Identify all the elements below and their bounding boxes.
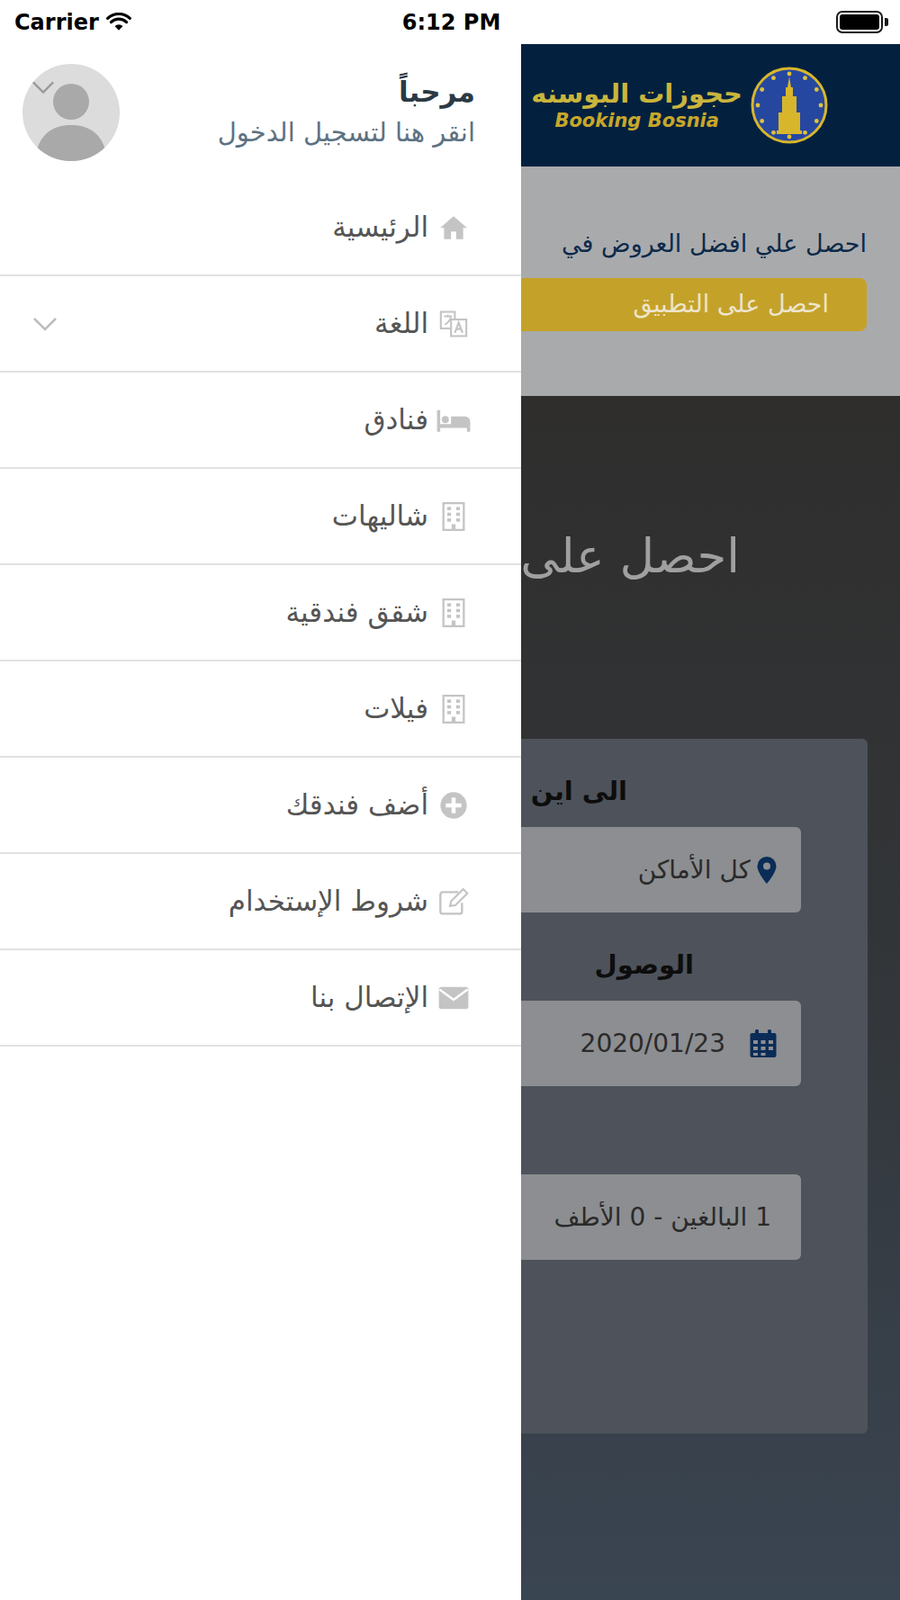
drawer-item-content: شاليهات	[332, 495, 472, 538]
login-link[interactable]: انقر هنا لتسجيل الدخول	[217, 112, 476, 153]
drawer-item-label: شقق فندقية	[285, 591, 429, 634]
get-app-button[interactable]: احصل على التطبيق	[521, 278, 867, 332]
drawer-item[interactable]: الإتصال بنا	[0, 950, 522, 1047]
drawer-item-content: شقق فندقية	[285, 591, 472, 634]
logo-text: حجوزات البوسنهBooking Bosnia	[531, 79, 743, 131]
search-field: 1 البالغين - 0 الأطف	[521, 1120, 801, 1260]
bed-icon	[435, 405, 472, 436]
drawer-item-label: الإتصال بنا	[310, 976, 429, 1019]
drawer-item[interactable]: أضف فندقك	[0, 757, 522, 855]
building-icon	[435, 693, 472, 725]
battery-nub	[884, 18, 889, 27]
plus-circle-icon	[435, 791, 472, 820]
drawer-item-content: فنادق	[364, 398, 472, 441]
promo-banner: احصل علي افضل العروض في احصل على التطبيق	[521, 166, 900, 396]
building-icon	[435, 501, 472, 532]
envelope-icon	[435, 984, 472, 1012]
drawer-item-content: أضف فندقك	[286, 783, 472, 827]
main-area: مرحباًانقر هنا لتسجيل الدخول الرئيسية اللغ…	[0, 44, 900, 1600]
drawer-item[interactable]: فنادق	[0, 372, 522, 469]
home-icon	[435, 212, 472, 243]
avatar[interactable]	[22, 63, 120, 162]
field-value: كل الأماكن	[638, 851, 751, 890]
logo-latin: Booking Bosnia	[531, 109, 743, 132]
drawer-item-content: شروط الإستخدام	[228, 880, 472, 923]
search-field: الوصول 2020/01/23	[521, 946, 801, 1087]
drawer-item[interactable]: الرئيسية	[0, 180, 522, 277]
language-icon	[435, 308, 472, 340]
banner-text: احصل علي افضل العروض في	[521, 227, 867, 261]
hero-title: احصل على	[521, 526, 900, 585]
logo-globe-icon	[749, 65, 829, 145]
field-label: الوصول	[521, 946, 801, 983]
field-value: 2020/01/23	[580, 1025, 726, 1063]
drawer-item-content: الرئيسية	[332, 206, 472, 249]
search-card: الى اين كل الأماكن الوصول 2020/01/23 1 البال…	[521, 738, 868, 1434]
app-background: حجوزات البوسنهBooking Bosnia احصل علي افض…	[521, 44, 900, 1600]
greeting-block: مرحباًانقر هنا لتسجيل الدخول	[217, 72, 476, 153]
chevron-down-icon	[31, 80, 55, 95]
search-field: الى اين كل الأماكن	[521, 773, 801, 913]
place-input[interactable]: كل الأماكن	[521, 827, 801, 913]
edit-icon	[435, 887, 472, 917]
field-label: الى اين	[521, 773, 801, 810]
drawer-item[interactable]: شروط الإستخدام	[0, 854, 522, 951]
map-pin-icon	[756, 855, 778, 885]
carrier-group: Carrier	[14, 6, 306, 39]
drawer-item-label: الرئيسية	[332, 206, 429, 249]
drawer-item-content: فيلات	[363, 687, 472, 730]
drawer-item[interactable]: اللغة	[0, 276, 522, 373]
carrier-label: Carrier	[14, 6, 99, 39]
drawer-item-content: اللغة	[374, 302, 472, 345]
calendar-icon	[748, 1028, 778, 1060]
drawer-header[interactable]: مرحباًانقر هنا لتسجيل الدخول	[0, 44, 522, 180]
greeting: مرحباً	[217, 72, 476, 113]
drawer-item[interactable]: فيلات	[0, 661, 522, 758]
app-header: حجوزات البوسنهBooking Bosnia	[521, 44, 900, 167]
drawer-item[interactable]: شاليهات	[0, 468, 522, 566]
hero-section: احصل على الى اين كل الأماكن الوصول 2020/01/2…	[521, 396, 900, 1600]
app-screen: Carrier 6:12 PM مرحباًانقر هنا لتسجيل الد…	[0, 0, 900, 1600]
drawer-item-label: فنادق	[364, 398, 429, 441]
status-bar: Carrier 6:12 PM	[0, 0, 900, 45]
drawer-item-label: فيلات	[363, 687, 429, 730]
chevron-down-icon	[32, 316, 58, 332]
wifi-icon	[106, 12, 132, 32]
drawer-item-label: اللغة	[374, 302, 429, 345]
drawer-item-label: شاليهات	[332, 495, 429, 538]
battery-fill	[839, 14, 880, 30]
field-label	[521, 1120, 801, 1157]
drawer-item-label: شروط الإستخدام	[228, 880, 429, 923]
drawer-item-content: الإتصال بنا	[310, 976, 472, 1019]
drawer-item-label: أضف فندقك	[286, 783, 429, 827]
logo-arabic: حجوزات البوسنه	[531, 79, 743, 109]
guests-input[interactable]: 1 البالغين - 0 الأطف	[521, 1174, 801, 1260]
drawer-item[interactable]: شقق فندقية	[0, 565, 522, 662]
avatar-icon	[22, 63, 120, 162]
battery-body	[836, 10, 883, 34]
side-drawer: مرحباًانقر هنا لتسجيل الدخول الرئيسية اللغ…	[0, 44, 522, 1600]
building-icon	[435, 597, 472, 629]
clock: 6:12 PM	[306, 6, 598, 39]
field-value: 1 البالغين - 0 الأطف	[554, 1198, 772, 1237]
battery-icon	[596, 10, 889, 34]
date-input[interactable]: 2020/01/23	[521, 1000, 801, 1087]
